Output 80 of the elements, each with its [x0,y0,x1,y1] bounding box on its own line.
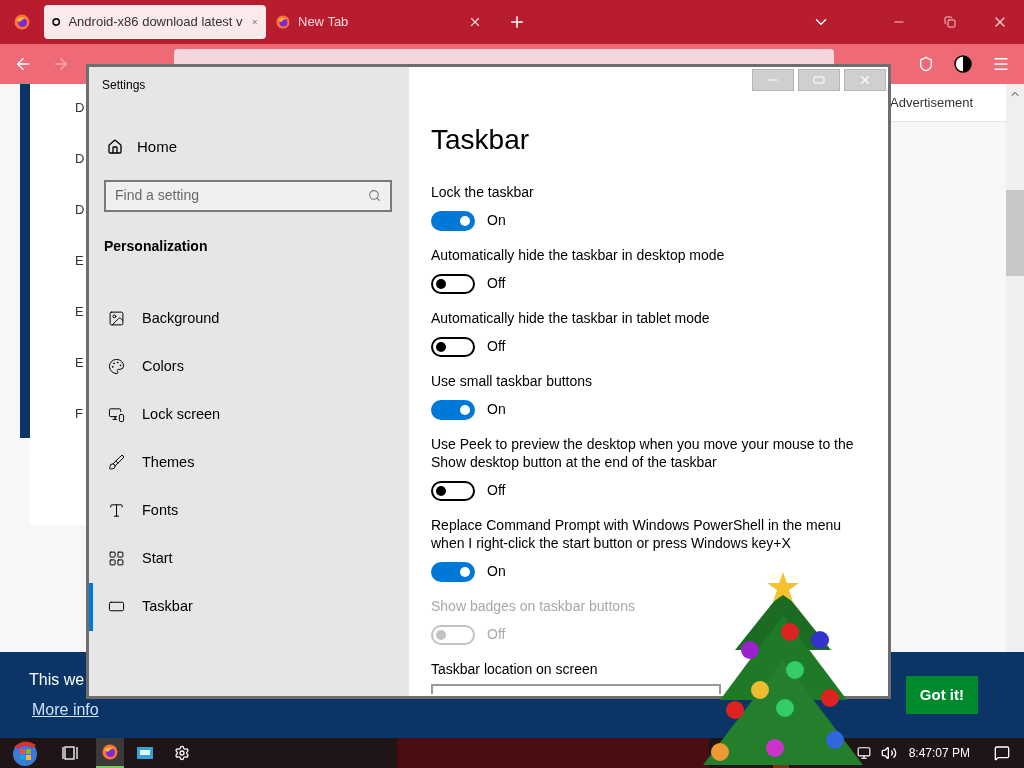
toggle-state: On [487,400,506,419]
dropdown-field[interactable] [431,684,721,694]
toggle-state: Off [487,274,506,293]
taskbar-browser-button[interactable] [96,738,124,768]
cookie-text: This we [29,670,86,690]
start-orb-icon[interactable] [10,739,40,767]
option-label: Taskbar location on screen [431,660,599,678]
nav-item[interactable]: Colors [89,342,409,391]
app-window-icon[interactable] [136,746,154,760]
browser-logo-icon [102,744,118,760]
window-title: Settings [101,77,147,94]
nav-item[interactable]: Lock screen [89,390,409,439]
option-label: Use small taskbar buttons [431,372,594,390]
new-tab-icon[interactable] [508,13,526,31]
list-entry-text: D [75,201,86,219]
menu-icon[interactable] [992,55,1010,73]
task-view-icon[interactable] [62,745,80,761]
monitor-lock-icon [108,406,125,423]
tab-title: New Tab [298,13,350,32]
browser-tab[interactable]: New Tab [268,5,490,39]
page-heading: Taskbar [431,123,531,157]
list-entry-text: F [75,405,84,423]
list-entry-text: D [75,150,86,168]
got-it-button[interactable]: Got it! [905,676,978,714]
browser-logo-icon [14,14,30,30]
advertisement-label: Advertisement [890,93,974,112]
close-tab-icon[interactable] [468,15,482,29]
toggle-state: Off [487,337,506,356]
brush-icon [108,454,125,471]
option-label: Replace Command Prompt with Windows PowerShell in the menu when I right-click the start button or press Windows key+X [431,516,843,552]
toggle-switch[interactable] [431,561,475,582]
nav-item[interactable]: Taskbar [89,582,409,631]
maximize-icon [813,74,825,86]
toggle-switch[interactable] [431,336,475,357]
option-label: Lock the taskbar [431,183,535,201]
option-label: Automatically hide the taskbar in tablet mode [431,309,711,327]
home-item[interactable]: Home [89,136,409,159]
section-heading: Personalization [103,236,209,256]
home-icon [107,139,123,156]
close-icon [858,73,872,87]
nav-item[interactable]: Start [89,534,409,583]
option-label: Automatically hide the taskbar in desktop mode [431,246,726,264]
picture-frame-icon [108,310,125,327]
restore-icon[interactable] [944,16,956,28]
back-icon[interactable] [14,55,32,73]
more-info-link[interactable]: More info [32,698,99,722]
option-label: Use Peek to preview the desktop when you move your mouse to the Show desktop button at the end of the taskbar [431,435,855,471]
notifications-icon[interactable] [994,745,1010,761]
tab-title: Android-x86 download latest v [68,13,243,32]
toggle-switch[interactable] [431,210,475,231]
list-entry-text: E [75,303,85,321]
scrollbar[interactable] [1006,84,1024,652]
toggle-state: On [487,211,506,230]
tiles-icon [108,550,125,567]
nav-item[interactable]: Background [89,294,409,343]
palette-icon [108,358,125,375]
toggle-switch[interactable] [431,399,475,420]
toggle-switch[interactable] [431,480,475,501]
scrollbar-thumb[interactable] [1006,190,1024,276]
toggle-state: Off [487,481,506,500]
list-entry-text: E [75,354,85,372]
list-entry-text: D [75,99,86,117]
option-label: Show badges on taskbar buttons [431,597,636,615]
browser-tab[interactable]: Android-x86 download latest v [44,5,266,39]
search-icon [368,189,381,202]
nav-item[interactable]: Themes [89,438,409,487]
search-input[interactable]: Find a setting [115,185,368,206]
search-field[interactable]: Find a setting [104,179,392,212]
contrast-icon[interactable] [954,55,972,73]
volume-icon[interactable] [880,745,897,761]
nav-item[interactable]: Fonts [89,486,409,535]
clock[interactable]: 8:47:07 PM [908,744,970,762]
toggle-state: On [487,562,506,581]
list-entry-text: E [75,252,85,270]
browser-logo-icon [276,15,290,29]
network-icon[interactable] [856,746,871,760]
letters-icon [108,502,125,519]
toggle-state: Off [487,625,506,644]
settings-icon[interactable] [174,745,190,761]
toggle-switch[interactable] [431,273,475,294]
